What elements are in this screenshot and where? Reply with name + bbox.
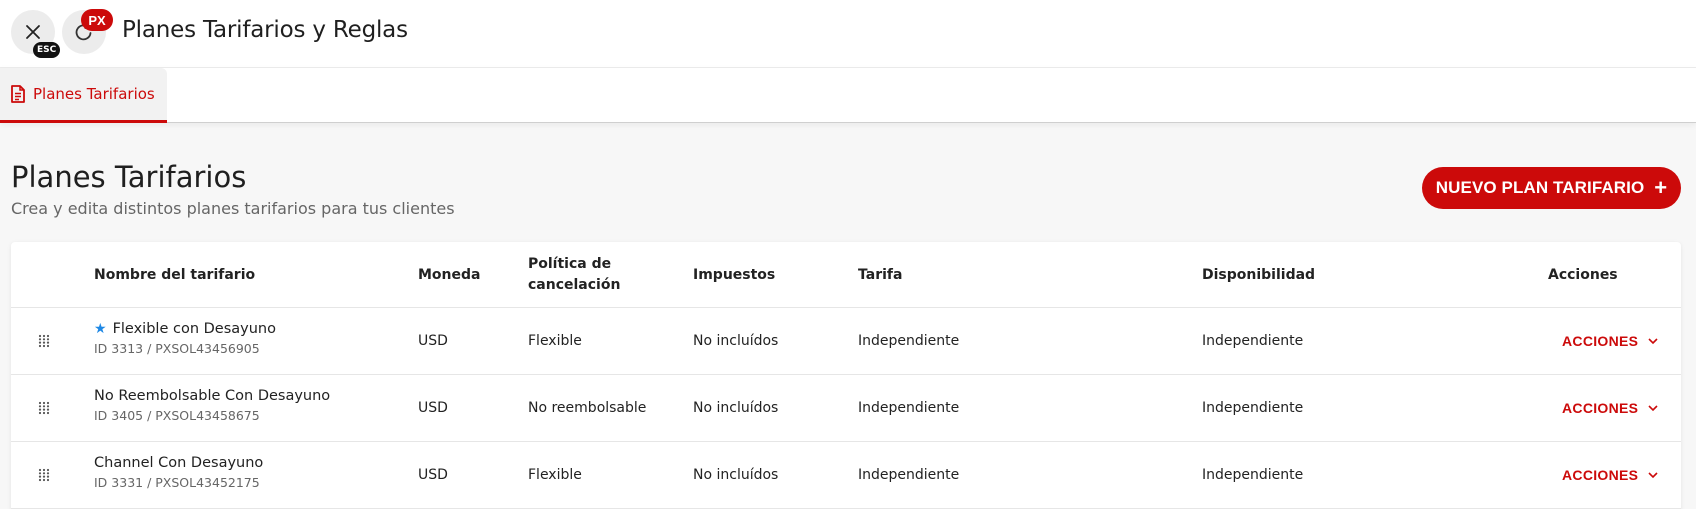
table-header: Nombre del tarifario Moneda Política de … bbox=[11, 242, 1681, 308]
rate-plan-name-cell: Channel Con Desayuno ID 3331 / PXSOL4345… bbox=[94, 455, 263, 490]
tab-bar: Planes Tarifarios bbox=[0, 68, 1696, 123]
rate-cell: Independiente bbox=[858, 467, 960, 483]
table-row: No Reembolsable Con Desayuno ID 3405 / P… bbox=[11, 375, 1681, 442]
policy-cell: No reembolsable bbox=[528, 400, 647, 416]
availability-cell: Independiente bbox=[1202, 467, 1304, 483]
policy-cell: Flexible bbox=[528, 467, 582, 483]
chevron-down-icon bbox=[1648, 337, 1658, 344]
rate-plan-name: No Reembolsable Con Desayuno bbox=[94, 388, 331, 404]
actions-label: ACCIONES bbox=[1562, 400, 1639, 416]
availability-cell: Independiente bbox=[1202, 400, 1304, 416]
rate-plan-id: ID 3331 / PXSOL43452175 bbox=[94, 475, 260, 490]
column-header-policy: Política de cancelación bbox=[528, 254, 620, 296]
section-title: Planes Tarifarios bbox=[11, 160, 247, 194]
column-header-name: Nombre del tarifario bbox=[94, 267, 256, 283]
rate-plan-name-cell: No Reembolsable Con Desayuno ID 3405 / P… bbox=[94, 388, 330, 423]
rate-plan-name: Flexible con Desayuno bbox=[112, 321, 276, 337]
esc-shortcut-badge: ESC bbox=[33, 42, 61, 58]
actions-dropdown-button[interactable]: ACCIONES bbox=[1562, 467, 1658, 483]
currency-cell: USD bbox=[418, 333, 448, 349]
new-rate-plan-button[interactable]: NUEVO PLAN TARIFARIO + bbox=[1422, 167, 1681, 209]
actions-label: ACCIONES bbox=[1562, 467, 1639, 483]
rate-plan-id: ID 3313 / PXSOL43456905 bbox=[94, 341, 260, 356]
column-header-policy-line2: cancelación bbox=[528, 277, 621, 293]
page-title: Planes Tarifarios y Reglas bbox=[122, 17, 408, 43]
table-row: Channel Con Desayuno ID 3331 / PXSOL4345… bbox=[11, 442, 1681, 509]
actions-label: ACCIONES bbox=[1562, 333, 1639, 349]
rate-cell: Independiente bbox=[858, 333, 960, 349]
section-subtitle: Crea y edita distintos planes tarifarios… bbox=[11, 199, 455, 218]
rate-plan-name-cell: ★ Flexible con Desayuno ID 3313 / PXSOL4… bbox=[94, 321, 276, 356]
currency-cell: USD bbox=[418, 400, 448, 416]
column-header-taxes: Impuestos bbox=[693, 267, 776, 283]
rate-cell: Independiente bbox=[858, 400, 960, 416]
plus-icon: + bbox=[1654, 175, 1668, 200]
currency-cell: USD bbox=[418, 467, 448, 483]
tab-planes-tarifarios[interactable]: Planes Tarifarios bbox=[0, 68, 167, 123]
column-header-policy-line1: Política de bbox=[528, 256, 612, 272]
taxes-cell: No incluídos bbox=[693, 333, 779, 349]
drag-handle-icon[interactable] bbox=[38, 334, 50, 348]
column-header-actions: Acciones bbox=[1548, 267, 1618, 283]
table-row: ★ Flexible con Desayuno ID 3313 / PXSOL4… bbox=[11, 308, 1681, 375]
availability-cell: Independiente bbox=[1202, 333, 1304, 349]
column-header-currency: Moneda bbox=[418, 267, 481, 283]
px-badge: PX bbox=[81, 9, 113, 31]
actions-dropdown-button[interactable]: ACCIONES bbox=[1562, 400, 1658, 416]
column-header-rate: Tarifa bbox=[858, 267, 903, 283]
taxes-cell: No incluídos bbox=[693, 467, 779, 483]
rate-plan-name: Channel Con Desayuno bbox=[94, 455, 264, 471]
drag-handle-icon[interactable] bbox=[38, 401, 50, 415]
actions-dropdown-button[interactable]: ACCIONES bbox=[1562, 333, 1658, 349]
close-icon bbox=[26, 25, 40, 39]
tab-label: Planes Tarifarios bbox=[33, 85, 155, 103]
taxes-cell: No incluídos bbox=[693, 400, 779, 416]
drag-handle-icon[interactable] bbox=[38, 468, 50, 482]
rate-plan-id: ID 3405 / PXSOL43458675 bbox=[94, 408, 260, 423]
new-rate-plan-label: NUEVO PLAN TARIFARIO bbox=[1435, 178, 1645, 197]
document-icon bbox=[11, 85, 25, 103]
rate-plans-table: Nombre del tarifario Moneda Política de … bbox=[11, 242, 1681, 509]
policy-cell: Flexible bbox=[528, 333, 582, 349]
chevron-down-icon bbox=[1648, 404, 1658, 411]
top-bar: ESC PX Planes Tarifarios y Reglas bbox=[0, 0, 1696, 68]
star-icon: ★ bbox=[94, 321, 107, 337]
column-header-availability: Disponibilidad bbox=[1202, 267, 1316, 283]
chevron-down-icon bbox=[1648, 471, 1658, 478]
